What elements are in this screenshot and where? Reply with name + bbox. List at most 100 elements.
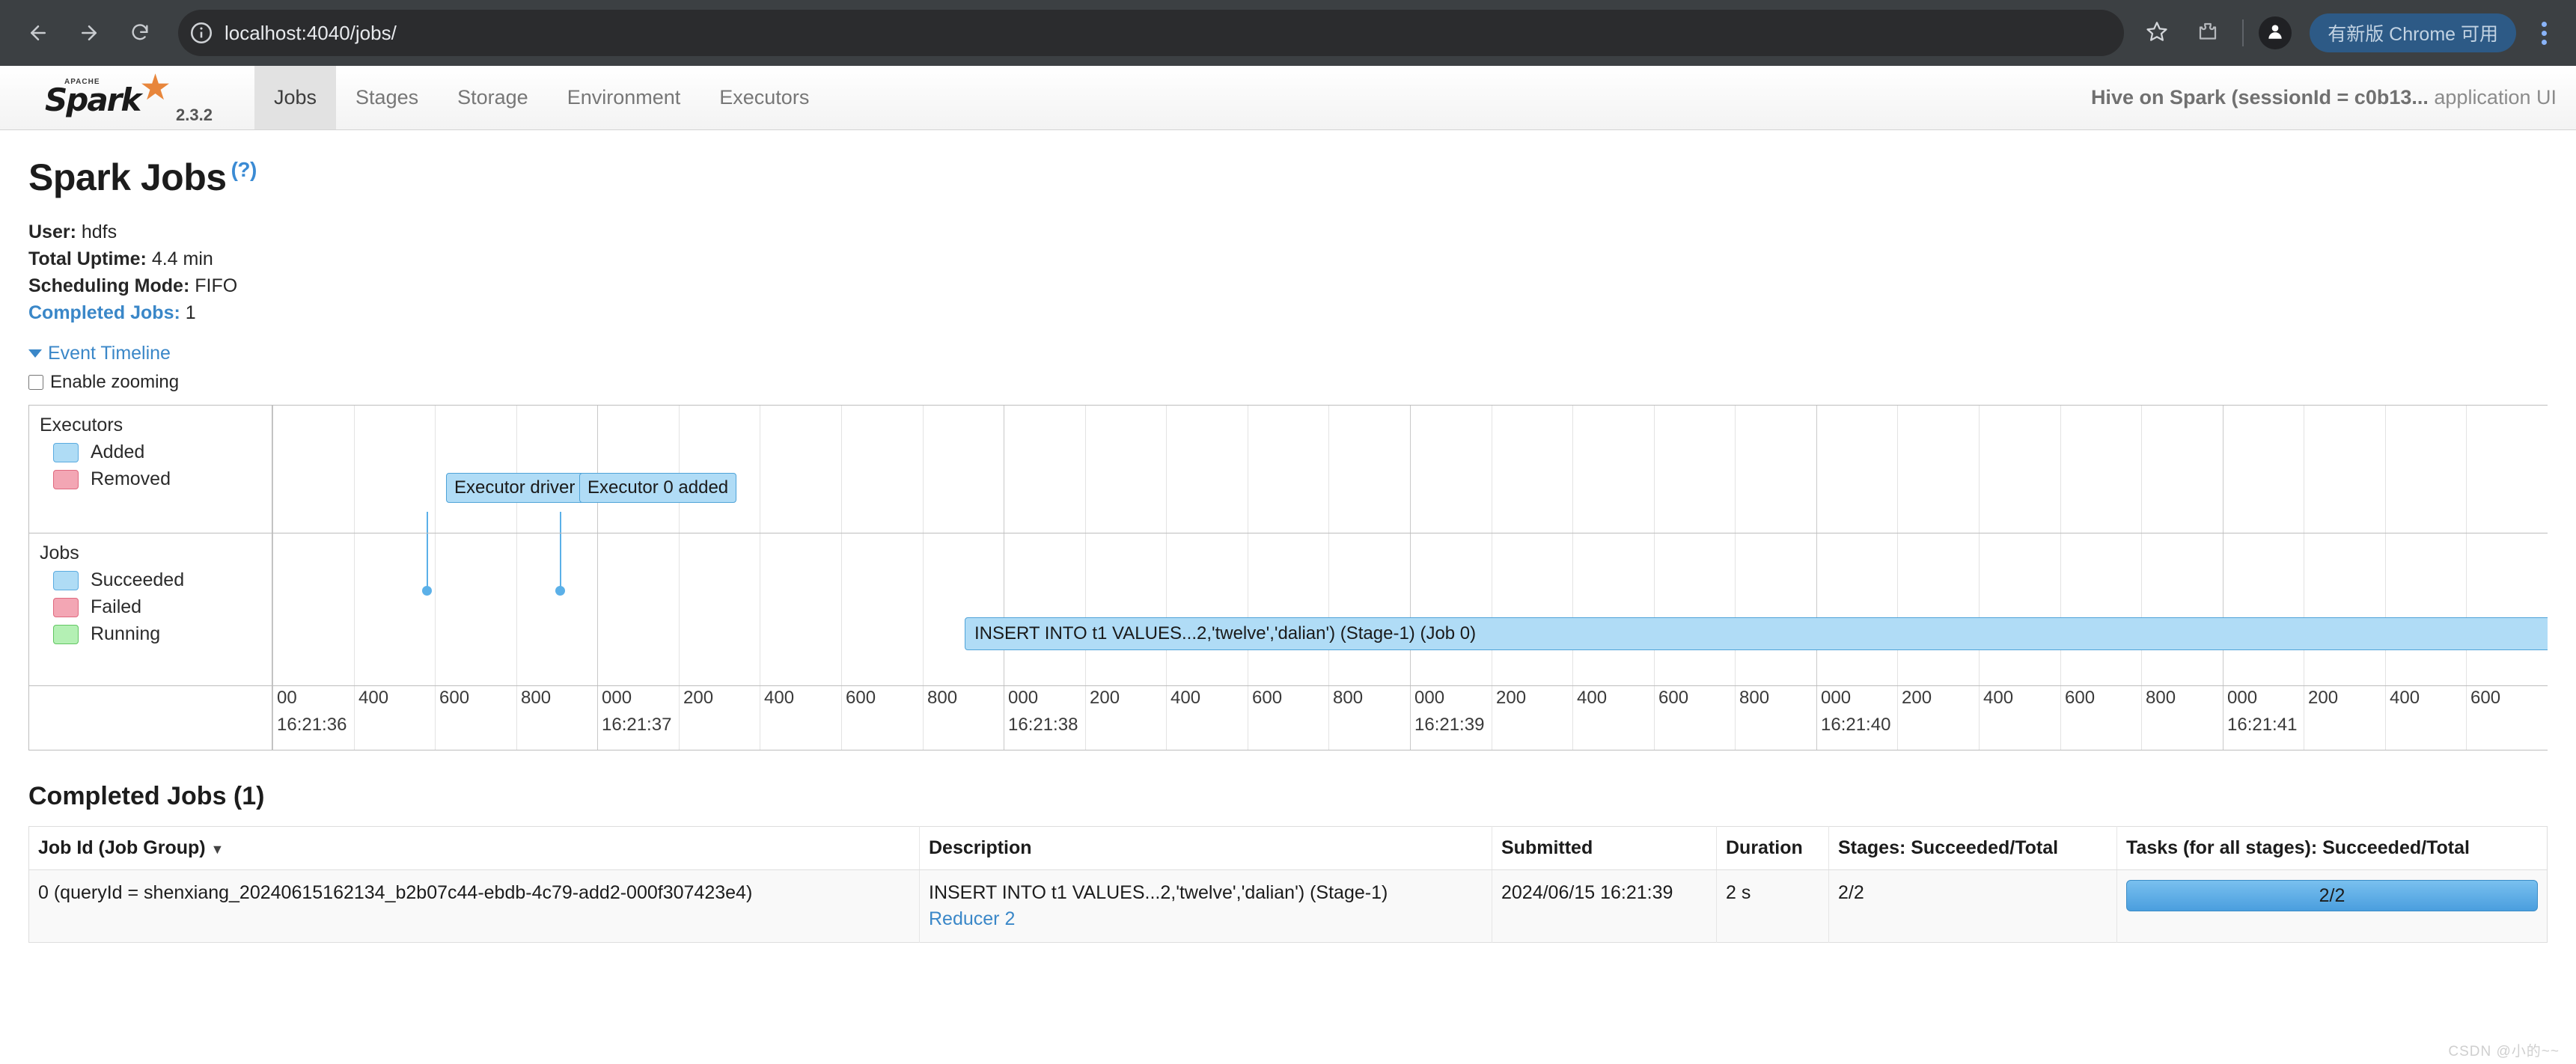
- legend-label-failed: Failed: [91, 596, 141, 618]
- executors-legend: Executors Added Removed: [29, 406, 272, 533]
- legend-label-removed: Removed: [91, 468, 171, 490]
- tab-environment[interactable]: Environment: [548, 66, 701, 129]
- page-title: Spark Jobs(?): [28, 156, 2548, 199]
- col-header-job-id[interactable]: Job Id (Job Group) ▼: [29, 827, 920, 870]
- tab-storage[interactable]: Storage: [438, 66, 548, 129]
- legend-swatch-succeeded: [53, 571, 79, 590]
- address-bar[interactable]: localhost:4040/jobs/: [178, 10, 2124, 56]
- address-bar-url[interactable]: localhost:4040/jobs/: [225, 22, 397, 45]
- timeline-canvas-jobs: INSERT INTO t1 VALUES...2,'twelve','dali…: [272, 533, 2548, 685]
- spark-logo-icon: APACHE Spark ★: [45, 76, 168, 120]
- axis-tick-ms: 800: [1333, 688, 1363, 709]
- summary-user-label: User:: [28, 221, 76, 242]
- timeline-row-jobs: Jobs Succeeded Failed Running: [29, 533, 2548, 685]
- star-icon: [2146, 20, 2168, 46]
- col-header-submitted[interactable]: Submitted: [1492, 827, 1717, 870]
- summary-user-value: hdfs: [82, 221, 117, 242]
- timeline-gridlines-jobs: [272, 533, 2548, 685]
- completed-jobs-table: Job Id (Job Group) ▼ Description Submitt…: [28, 826, 2548, 943]
- browser-toolbar: localhost:4040/jobs/ 有新版 Chrome 可用: [0, 0, 2576, 66]
- cell-description-link[interactable]: Reducer 2: [929, 906, 1483, 932]
- col-header-description[interactable]: Description: [920, 827, 1492, 870]
- kebab-menu-icon: [2542, 22, 2547, 27]
- browser-menu-button[interactable]: [2527, 12, 2561, 54]
- timeline-event-stem: [427, 512, 428, 533]
- axis-tick-ms: 200: [1902, 688, 1932, 709]
- summary-uptime: Total Uptime: 4.4 min: [28, 245, 2548, 272]
- axis-tick-ms: 600: [2065, 688, 2095, 709]
- event-timeline-chart: Executors Added Removed Executor driver …: [28, 405, 2548, 750]
- timeline-event-dot: [555, 586, 565, 596]
- table-header-row: Job Id (Job Group) ▼ Description Submitt…: [29, 827, 2548, 870]
- navbar-tabs: Jobs Stages Storage Environment Executor…: [254, 66, 828, 129]
- axis-tick-ms: 00: [277, 688, 297, 709]
- enable-zooming-checkbox[interactable]: [28, 375, 43, 390]
- tab-stages[interactable]: Stages: [336, 66, 438, 129]
- reload-button[interactable]: [117, 10, 163, 56]
- enable-zooming-row: Enable zooming: [28, 372, 2548, 393]
- tab-jobs[interactable]: Jobs: [254, 66, 336, 129]
- axis-tick-ms: 800: [2146, 688, 2176, 709]
- timeline-row-executors: Executors Added Removed Executor driver …: [29, 406, 2548, 533]
- enable-zooming-label[interactable]: Enable zooming: [50, 372, 179, 393]
- axis-tick-ms: 800: [521, 688, 551, 709]
- event-timeline-label: Event Timeline: [48, 343, 171, 364]
- axis-tick-ms: 000: [602, 688, 632, 709]
- application-ui-suffix: application UI: [2434, 86, 2557, 109]
- col-header-stages[interactable]: Stages: Succeeded/Total: [1829, 827, 2117, 870]
- event-timeline-toggle[interactable]: Event Timeline: [28, 343, 2548, 364]
- legend-item-removed: Removed: [53, 468, 272, 490]
- forward-button[interactable]: [66, 10, 112, 56]
- axis-tick-ms: 600: [2470, 688, 2500, 709]
- col-header-tasks[interactable]: Tasks (for all stages): Succeeded/Total: [2117, 827, 2548, 870]
- extensions-button[interactable]: [2188, 13, 2227, 52]
- arrow-left-icon: [27, 22, 49, 44]
- back-button[interactable]: [15, 10, 61, 56]
- page-title-text: Spark Jobs: [28, 156, 227, 198]
- axis-tick-ms: 600: [1658, 688, 1688, 709]
- timeline-event-executor-0-added[interactable]: Executor 0 added: [579, 473, 736, 503]
- axis-tick-ms: 000: [1008, 688, 1038, 709]
- cell-duration: 2 s: [1717, 870, 1829, 943]
- timeline-axis: 0016:21:3640060080000016:21:372004006008…: [29, 685, 2548, 750]
- axis-tick-ms: 200: [1090, 688, 1120, 709]
- legend-item-failed: Failed: [53, 596, 272, 618]
- summary-uptime-label: Total Uptime:: [28, 248, 147, 269]
- info-circle-icon[interactable]: [189, 20, 214, 46]
- axis-tick-second: 16:21:36: [277, 715, 347, 736]
- axis-tick-ms: 200: [1496, 688, 1526, 709]
- axis-tick-ms: 000: [1414, 688, 1444, 709]
- arrow-right-icon: [78, 22, 100, 44]
- help-link[interactable]: (?): [231, 158, 257, 181]
- spark-logo-link[interactable]: APACHE Spark ★ 2.3.2: [0, 66, 254, 129]
- legend-item-running: Running: [53, 623, 272, 645]
- axis-tick-ms: 400: [1171, 688, 1200, 709]
- chrome-update-label: 有新版 Chrome 可用: [2328, 19, 2498, 46]
- timeline-event-dot: [422, 586, 432, 596]
- completed-jobs-title: Completed Jobs (1): [28, 782, 2548, 811]
- completed-jobs-link[interactable]: Completed Jobs:: [28, 302, 180, 323]
- tab-executors[interactable]: Executors: [700, 66, 828, 129]
- axis-tick-second: 16:21:38: [1008, 715, 1078, 736]
- axis-tick-ms: 600: [1252, 688, 1282, 709]
- legend-label-succeeded: Succeeded: [91, 569, 184, 591]
- legend-swatch-added: [53, 443, 79, 462]
- legend-label-running: Running: [91, 623, 160, 645]
- col-header-duration[interactable]: Duration: [1717, 827, 1829, 870]
- axis-tick-ms: 400: [2390, 688, 2420, 709]
- summary-completed-value: 1: [186, 302, 196, 323]
- axis-tick-ms: 400: [1577, 688, 1607, 709]
- axis-tick-ms: 600: [846, 688, 876, 709]
- timeline-job-bar-job-0[interactable]: INSERT INTO t1 VALUES...2,'twelve','dali…: [965, 617, 2548, 650]
- summary-completed: Completed Jobs: 1: [28, 299, 2548, 326]
- bookmark-button[interactable]: [2136, 12, 2178, 54]
- chrome-update-button[interactable]: 有新版 Chrome 可用: [2310, 13, 2516, 52]
- toolbar-divider: [2242, 19, 2244, 46]
- profile-button[interactable]: [2259, 16, 2292, 49]
- axis-tick-ms: 600: [439, 688, 469, 709]
- legend-swatch-running: [53, 625, 79, 644]
- caret-down-icon: ▼: [211, 842, 225, 857]
- legend-item-succeeded: Succeeded: [53, 569, 272, 591]
- jobs-legend-title: Jobs: [40, 542, 272, 564]
- watermark: CSDN @小的~~: [2448, 1040, 2560, 1060]
